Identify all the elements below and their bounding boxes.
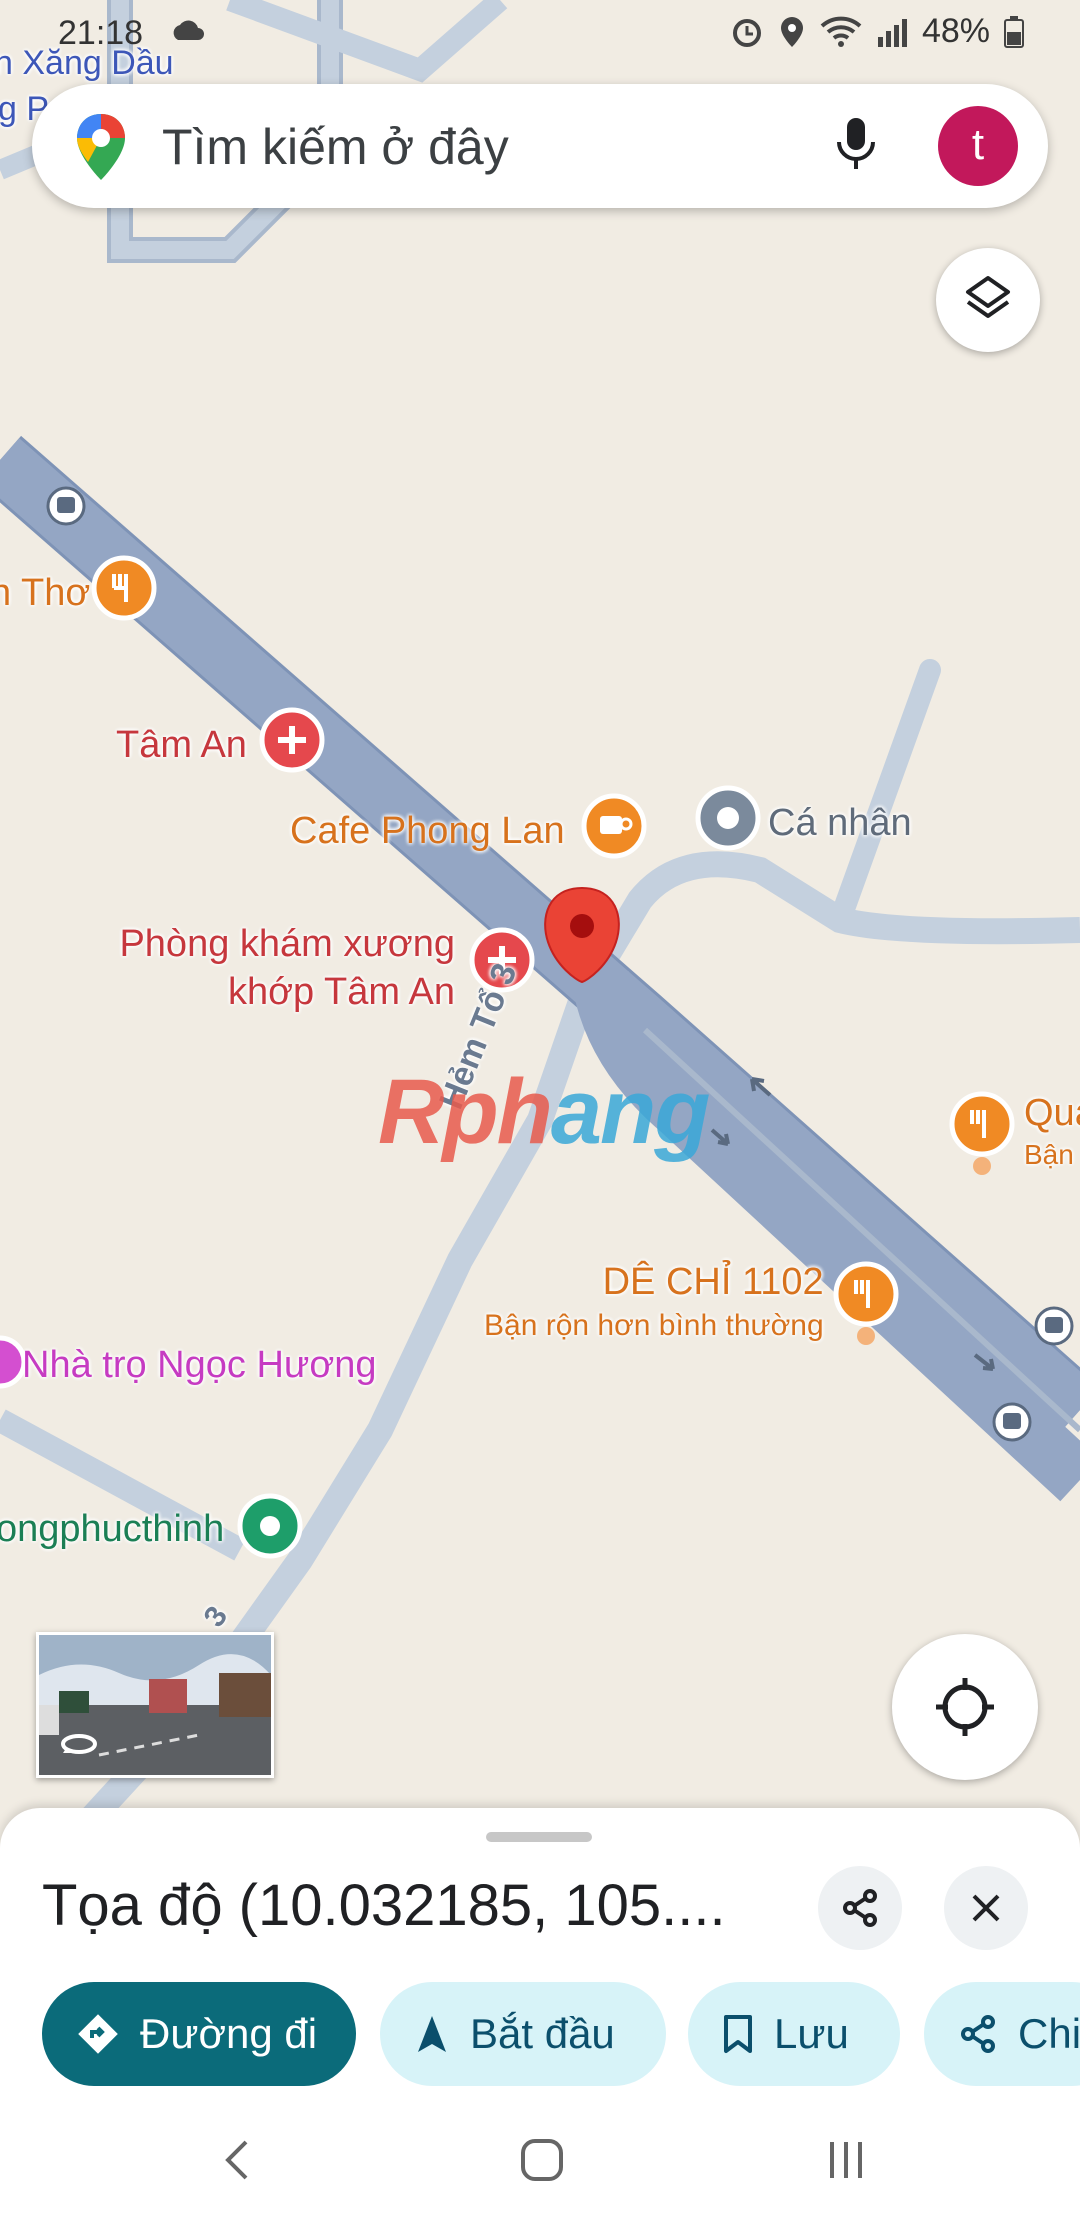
back-icon (225, 2140, 248, 2180)
wifi-icon (820, 16, 862, 47)
account-avatar[interactable]: t (938, 106, 1018, 186)
share-label: Chi (1018, 2010, 1080, 2057)
watermark-part-a: Rph (378, 1061, 553, 1163)
home-icon (521, 2139, 563, 2181)
place-label-quan[interactable]: Qua Bận (1024, 1092, 1080, 1176)
layers-icon (966, 276, 1010, 318)
crosshair-icon (936, 1678, 994, 1736)
status-bar: 21:18 48% (0, 0, 1080, 64)
share-icon (961, 2015, 995, 2053)
layers-button[interactable] (936, 248, 1040, 352)
place-label-quan-name: Qua (1024, 1092, 1080, 1134)
drag-handle[interactable] (486, 1832, 592, 1842)
status-icons: 48% (730, 12, 1024, 51)
cloud-icon (173, 20, 204, 40)
share-icon (843, 1889, 877, 1927)
bus-stop-icon[interactable] (992, 1402, 1032, 1442)
health-pin-icon[interactable] (259, 707, 325, 773)
share-button[interactable] (818, 1866, 902, 1950)
search-bar[interactable]: Tìm kiếm ở đây t (32, 84, 1048, 208)
place-pin-icon[interactable] (237, 1493, 303, 1559)
place-label-line-1: Phòng khám xương (119, 923, 455, 965)
bus-stop-icon[interactable] (46, 486, 86, 526)
restaurant-pin-icon[interactable] (91, 555, 157, 621)
place-label-tho[interactable]: n Thơ (0, 572, 90, 615)
back-button[interactable] (222, 2138, 252, 2187)
watermark-logo: Rphang (378, 1060, 711, 1165)
personal-place-pin-icon[interactable] (695, 785, 761, 851)
directions-label: Đường đi (140, 2010, 318, 2057)
system-nav-bar (0, 2108, 1080, 2220)
my-location-button[interactable] (892, 1634, 1038, 1780)
save-label: Lưu (774, 2010, 849, 2057)
bus-stop-icon[interactable] (1034, 1306, 1074, 1346)
search-input[interactable]: Tìm kiếm ở đây (162, 118, 509, 176)
place-label-phong-kham[interactable]: Phòng khám xương khớp Tâm An (118, 920, 455, 1016)
place-label-de-chi[interactable]: DÊ CHỈ 1102 Bận rộn hơn bình thường (484, 1260, 824, 1348)
place-label-tam-an[interactable]: Tâm An (116, 724, 247, 767)
place-label-cafe-phong-lan[interactable]: Cafe Phong Lan (290, 810, 565, 853)
place-label-phucthinh[interactable]: ongphucthinh (0, 1508, 224, 1551)
place-label-quan-status: Bận (1024, 1139, 1074, 1170)
mic-icon[interactable] (834, 114, 878, 174)
save-button[interactable]: Lưu (688, 1982, 900, 2086)
directions-button[interactable]: Đường đi (42, 1982, 356, 2086)
signal-icon (877, 18, 907, 47)
close-icon (972, 1894, 1000, 1922)
alarm-icon (732, 18, 761, 47)
google-maps-logo-icon (77, 114, 125, 180)
home-button[interactable] (520, 2138, 564, 2187)
status-time: 21:18 (58, 14, 144, 52)
street-view-rotate-icon (61, 1734, 97, 1754)
watermark-part-b: ang (550, 1061, 711, 1163)
battery-percent: 48% (921, 12, 990, 50)
navigation-arrow-icon (418, 2016, 446, 2052)
share-chip-button[interactable]: Chi (924, 1982, 1080, 2086)
start-button[interactable]: Bắt đầu (380, 1982, 666, 2086)
place-label-nha-tro[interactable]: Nhà trọ Ngọc Hương (22, 1344, 377, 1387)
recents-button[interactable] (826, 2138, 866, 2187)
battery-icon (1004, 15, 1024, 48)
cafe-pin-icon[interactable] (581, 793, 647, 859)
coordinate-title: Tọa độ (10.032185, 105.... (42, 1873, 726, 1938)
location-icon (780, 16, 803, 47)
directions-icon (78, 2014, 118, 2054)
place-label-de-chi-name: DÊ CHỈ 1102 (602, 1261, 824, 1303)
place-label-de-chi-status: Bận rộn hơn bình thường (484, 1309, 824, 1342)
recents-icon (830, 2142, 862, 2178)
bookmark-icon (724, 2015, 752, 2053)
lodging-pin-icon[interactable] (0, 1335, 27, 1389)
place-label-line-2: khớp Tâm An (228, 971, 455, 1013)
close-button[interactable] (944, 1866, 1028, 1950)
start-label: Bắt đầu (470, 2010, 615, 2057)
street-view-thumbnail[interactable] (36, 1632, 274, 1778)
place-label-ca-nhan[interactable]: Cá nhân (768, 802, 912, 845)
